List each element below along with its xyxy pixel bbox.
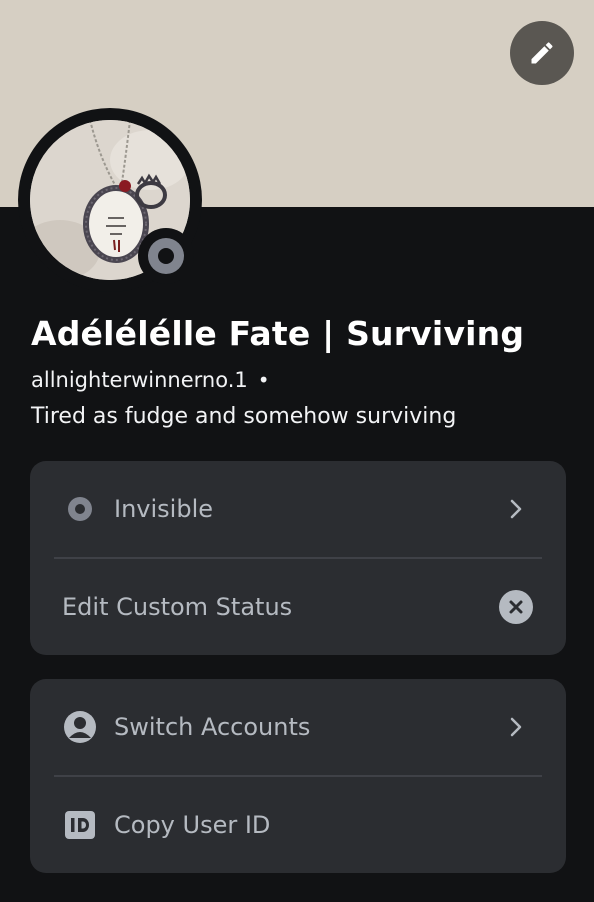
display-name: Adélélélle Fate | Surviving bbox=[31, 314, 525, 353]
edit-profile-button[interactable] bbox=[510, 21, 574, 85]
username-row: allnighterwinnerno.1 • bbox=[31, 368, 270, 392]
copy-user-id-label: Copy User ID bbox=[114, 811, 271, 839]
switch-accounts-item[interactable]: Switch Accounts bbox=[30, 679, 566, 775]
edit-custom-status-label: Edit Custom Status bbox=[62, 593, 293, 621]
account-card: Switch Accounts Copy User ID bbox=[30, 679, 566, 873]
status-menu-item[interactable]: Invisible bbox=[30, 461, 566, 557]
invisible-status-icon bbox=[63, 492, 97, 526]
user-circle-icon bbox=[63, 710, 97, 744]
username-separator: • bbox=[257, 368, 270, 392]
edit-custom-status-item[interactable]: Edit Custom Status bbox=[30, 559, 566, 655]
username[interactable]: allnighterwinnerno.1 bbox=[31, 368, 248, 392]
user-profile-popout: Adélélélle Fate | Surviving allnighterwi… bbox=[0, 0, 594, 902]
switch-accounts-label: Switch Accounts bbox=[114, 713, 311, 741]
custom-status-text: Tired as fudge and somehow surviving bbox=[31, 404, 457, 429]
id-badge-icon bbox=[63, 808, 97, 842]
chevron-right-icon bbox=[504, 497, 528, 521]
chevron-right-icon bbox=[504, 715, 528, 739]
status-card: Invisible Edit Custom Status bbox=[30, 461, 566, 655]
copy-user-id-item[interactable]: Copy User ID bbox=[30, 777, 566, 873]
pencil-icon bbox=[528, 39, 556, 67]
status-label: Invisible bbox=[114, 495, 213, 523]
clear-x-icon[interactable] bbox=[499, 590, 533, 624]
invisible-status-icon bbox=[148, 238, 184, 274]
